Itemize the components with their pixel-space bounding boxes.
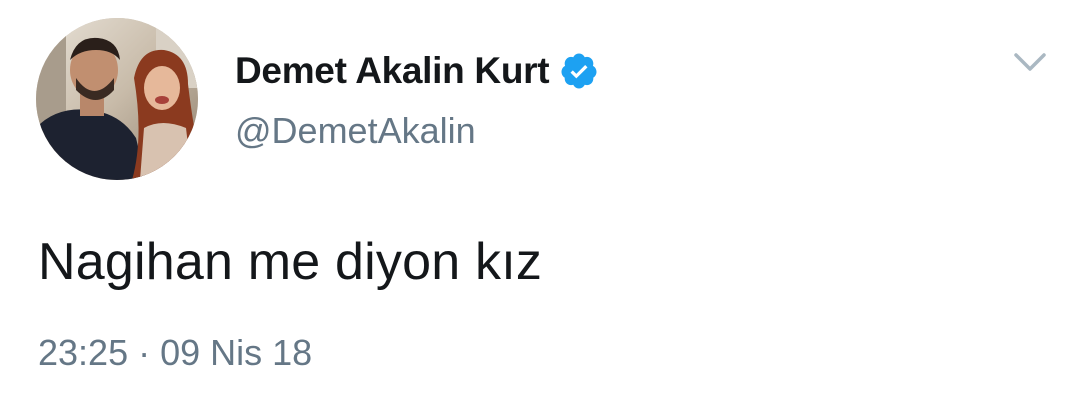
verified-badge-icon <box>561 53 597 89</box>
meta-separator: · <box>138 332 151 373</box>
tweet-date: 09 Nis 18 <box>160 332 313 373</box>
author-handle[interactable]: @DemetAkalin <box>235 110 476 152</box>
tweet-timestamp[interactable]: 23:25 · 09 Nis 18 <box>38 332 312 374</box>
tweet-text: Nagihan me diyon kız <box>38 233 543 291</box>
chevron-down-icon[interactable] <box>1012 50 1048 74</box>
tweet-time: 23:25 <box>38 332 129 373</box>
avatar-photo <box>36 18 198 180</box>
author-display-name[interactable]: Demet Akalin Kurt <box>235 50 550 92</box>
avatar[interactable] <box>36 18 198 180</box>
tweet-card: Demet Akalin Kurt @DemetAkalin Nagihan m… <box>0 0 1080 407</box>
author-name-row: Demet Akalin Kurt <box>235 48 599 94</box>
